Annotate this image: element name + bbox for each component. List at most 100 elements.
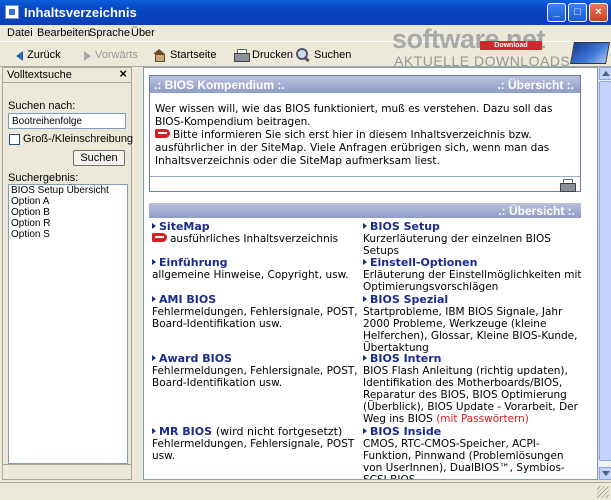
maximize-button[interactable]: □ <box>568 3 587 22</box>
sidebar-close-icon[interactable]: × <box>119 66 127 81</box>
status-bar <box>0 482 611 500</box>
search-sidebar: Volltextsuche × Suchen nach: Groß-/Klein… <box>2 66 134 480</box>
entry-desc: BIOS Flash Anleitung (richtig updaten), … <box>363 365 578 425</box>
kompendium-box: .: BIOS Kompendium :. .: Übersicht :. We… <box>149 75 581 192</box>
printer-icon[interactable] <box>560 179 576 192</box>
intro-paragraph: Wer wissen will, wie das BIOS funktionie… <box>155 103 553 128</box>
case-sensitive-checkbox[interactable] <box>9 134 20 145</box>
search-label: Suchen <box>314 49 352 61</box>
back-button[interactable]: Zurück <box>16 46 61 64</box>
entry-bios-setup: BIOS Setup Kurzerläuterung der einzelnen… <box>363 220 583 257</box>
sidebar-footer <box>3 464 131 479</box>
search-label-text: Suchen nach: <box>8 100 76 112</box>
forward-label: Vorwärts <box>95 49 138 61</box>
kompendium-header: .: BIOS Kompendium :. .: Übersicht :. <box>150 76 580 93</box>
entry-desc: Fehlermeldungen, Fehlersignale, POST, Bo… <box>152 365 358 389</box>
list-item[interactable]: Option S <box>9 229 127 240</box>
entry-bios-intern: BIOS Intern BIOS Flash Anleitung (richti… <box>363 352 583 425</box>
minimize-button[interactable]: _ <box>547 3 566 22</box>
hint-paragraph: Bitte informieren Sie sich erst hier in … <box>155 129 579 168</box>
home-label: Startseite <box>170 49 217 61</box>
password-note: (mit Passwörtern) <box>436 413 529 425</box>
scroll-up-icon[interactable] <box>599 67 611 80</box>
entry-link[interactable]: BIOS Inside <box>363 425 583 438</box>
forward-arrow-icon <box>84 51 91 61</box>
entry-link[interactable]: AMI BIOS <box>152 293 362 306</box>
logo-badge: Download <box>480 41 542 50</box>
pointing-hand-icon <box>155 129 170 138</box>
entry-link[interactable]: Einführung <box>152 256 362 269</box>
content-pane: .: BIOS Kompendium :. .: Übersicht :. We… <box>143 67 598 480</box>
scroll-down-icon[interactable] <box>599 467 611 480</box>
entry-bios-inside: BIOS Inside CMOS, RTC-CMOS-Speicher, ACP… <box>363 425 583 480</box>
search-button[interactable]: Suchen <box>296 46 351 64</box>
entry-note: (wird nicht fortgesetzt) <box>215 425 343 438</box>
menu-bearbeiten[interactable]: Bearbeiten <box>37 27 90 39</box>
menu-sprache[interactable]: Sprache <box>89 27 130 39</box>
menu-ueber[interactable]: Über <box>131 27 155 39</box>
entry-mr-bios: MR BIOS (wird nicht fortgesetzt) Fehlerm… <box>152 425 362 462</box>
menu-datei[interactable]: Datei <box>7 27 33 39</box>
logo-flag-icon <box>570 42 610 64</box>
entry-desc: Startprobleme, IBM BIOS Signale, Jahr 20… <box>363 306 578 354</box>
checkbox-label: Groß-/Kleinschreibung <box>23 133 134 145</box>
entry-award-bios: Award BIOS Fehlermeldungen, Fehlersignal… <box>152 352 362 389</box>
arrow-bullet-icon <box>152 223 156 229</box>
entry-link[interactable]: Award BIOS <box>152 352 362 365</box>
entry-link[interactable]: SiteMap <box>152 220 362 233</box>
arrow-bullet-icon <box>363 259 367 265</box>
print-label: Drucken <box>252 49 293 61</box>
kompendium-title: .: BIOS Kompendium :. <box>154 78 285 92</box>
arrow-bullet-icon <box>152 355 156 361</box>
home-button[interactable]: Startseite <box>153 46 216 64</box>
arrow-bullet-icon <box>363 428 367 434</box>
arrow-bullet-icon <box>152 259 156 265</box>
arrow-bullet-icon <box>363 223 367 229</box>
entry-desc: Fehlermeldungen, Fehlersignale, POST usw… <box>152 438 355 462</box>
arrow-bullet-icon <box>152 428 156 434</box>
results-label: Suchergebnis: <box>8 172 79 184</box>
forward-button[interactable]: Vorwärts <box>84 46 138 64</box>
entry-einfuehrung: Einführung allgemeine Hinweise, Copyrigh… <box>152 256 362 281</box>
logo-brand: software.net <box>392 24 546 54</box>
kompendium-footer <box>150 176 580 192</box>
scroll-thumb[interactable] <box>599 81 611 461</box>
entry-desc: Kurzerläuterung der einzelnen BIOS Setup… <box>363 233 551 257</box>
entry-ami-bios: AMI BIOS Fehlermeldungen, Fehlersignale,… <box>152 293 362 330</box>
sidebar-title: Volltextsuche <box>7 69 72 81</box>
sidebar-search-button[interactable]: Suchen <box>73 150 125 166</box>
uebersicht-header: .: Übersicht :. <box>149 203 581 218</box>
pane-splitter[interactable] <box>133 67 143 480</box>
watermark-logo: software.net Download AKTUELLE DOWNLOADS <box>392 24 610 69</box>
back-arrow-icon <box>16 51 23 61</box>
resize-grip-icon[interactable] <box>597 486 609 498</box>
entry-link[interactable]: BIOS Spezial <box>363 293 583 306</box>
print-button[interactable]: Drucken <box>234 46 293 64</box>
arrow-bullet-icon <box>363 296 367 302</box>
entry-desc: allgemeine Hinweise, Copyright, usw. <box>152 269 349 281</box>
window-title: Inhaltsverzeichnis <box>24 5 137 20</box>
kompendium-body: Wer wissen will, wie das BIOS funktionie… <box>155 103 579 168</box>
list-item[interactable]: Option B <box>9 207 127 218</box>
vertical-scrollbar[interactable] <box>598 67 611 480</box>
list-item[interactable]: Option A <box>9 196 127 207</box>
arrow-bullet-icon <box>363 355 367 361</box>
search-icon <box>296 48 310 62</box>
uebersicht-link[interactable]: .: Übersicht :. <box>497 78 574 92</box>
entry-desc: CMOS, RTC-CMOS-Speicher, ACPI-Funktion, … <box>363 438 565 480</box>
entry-link[interactable]: MR BIOS (wird nicht fortgesetzt) <box>152 425 362 438</box>
entry-einstell-optionen: Einstell-Optionen Erläuterung der Einste… <box>363 256 583 293</box>
entry-link[interactable]: BIOS Setup <box>363 220 583 233</box>
sidebar-header: Volltextsuche × <box>3 66 131 83</box>
entry-desc: Fehlermeldungen, Fehlersignale, POST, Bo… <box>152 306 358 330</box>
entry-link[interactable]: Einstell-Optionen <box>363 256 583 269</box>
back-label: Zurück <box>27 49 61 61</box>
hint-text: Bitte informieren Sie sich erst hier in … <box>155 129 550 167</box>
list-item[interactable]: BIOS Setup Übersicht <box>9 185 127 196</box>
uebersicht-title: .: Übersicht :. <box>498 204 575 218</box>
entry-link[interactable]: BIOS Intern <box>363 352 583 365</box>
list-item[interactable]: Option R <box>9 218 127 229</box>
close-button[interactable]: × <box>589 3 608 22</box>
search-input[interactable] <box>8 113 126 129</box>
app-icon <box>5 5 19 19</box>
